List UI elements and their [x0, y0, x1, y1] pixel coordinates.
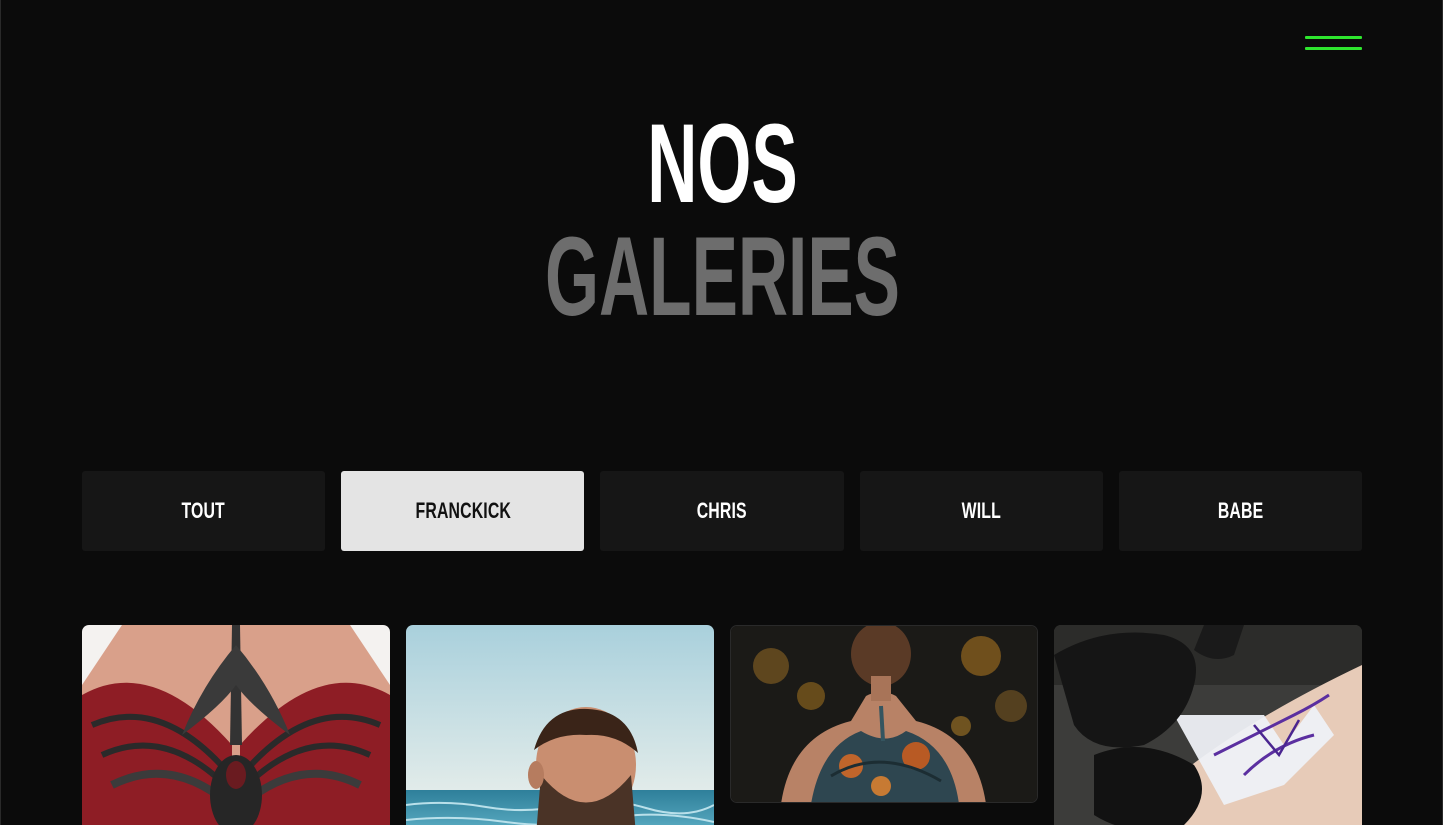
gallery-grid: [82, 625, 1362, 825]
tab-label: CHRIS: [697, 498, 748, 523]
tab-label: FRANCKICK: [415, 498, 511, 523]
hamburger-menu-icon-line: [1305, 47, 1362, 50]
page-title-line1: NOS: [647, 101, 798, 226]
tab-will[interactable]: WILL: [859, 471, 1103, 551]
gallery-item[interactable]: [82, 625, 390, 825]
tab-babe[interactable]: BABE: [1118, 471, 1363, 551]
tab-tout[interactable]: TOUT: [82, 471, 326, 551]
tab-label: WILL: [961, 498, 1001, 523]
gallery-item[interactable]: [1054, 625, 1362, 825]
tab-label: TOUT: [181, 498, 226, 523]
page-title-line2: GALERIES: [545, 214, 900, 339]
hamburger-menu-icon: [1305, 36, 1362, 39]
gallery-item[interactable]: [730, 625, 1038, 803]
tab-chris[interactable]: CHRIS: [600, 471, 844, 551]
tab-franckick[interactable]: FRANCKICK: [341, 471, 585, 551]
gallery-item[interactable]: [406, 625, 714, 825]
artist-filter-tabs: TOUT FRANCKICK CHRIS WILL BABE: [82, 471, 1363, 551]
tattoo-stencil-application-image: [1054, 625, 1362, 825]
tab-label: BABE: [1217, 498, 1264, 523]
woman-floral-back-tattoo-image: [731, 626, 1037, 802]
back-wings-tattoo-image: [82, 625, 390, 825]
man-at-sea-image: [406, 625, 714, 825]
hamburger-menu-button[interactable]: [1305, 34, 1362, 54]
